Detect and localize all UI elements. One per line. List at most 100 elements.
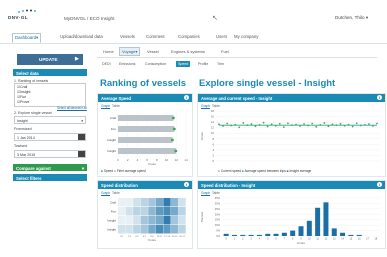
tick-label: 2-3 — [128, 236, 132, 238]
tab-table[interactable]: Table — [112, 104, 120, 108]
tick-label: 3 — [250, 238, 252, 241]
tab-trim[interactable]: Trim — [215, 61, 226, 67]
from-date-field[interactable]: 1 Jan 2014 — [14, 133, 86, 141]
checkbox-crail[interactable]: ☑Crail — [17, 85, 27, 89]
tick-label: 18 — [211, 109, 215, 113]
checkbox-label: Crail — [20, 85, 28, 89]
checkbox-fun[interactable]: ☑Fun — [17, 95, 26, 99]
dnvgl-logo[interactable]: DNV·GL — [5, 9, 51, 25]
tick-label: 14-15 — [172, 236, 178, 238]
data-point — [258, 123, 261, 126]
select-all-link[interactable]: Select all/deselect all — [57, 106, 87, 110]
tab-emissions[interactable]: Emissions — [117, 61, 137, 67]
bar — [290, 230, 296, 236]
heatmap-cell — [163, 207, 171, 216]
date-value: 3 Mar 2015 — [17, 152, 36, 157]
row-label: Crail — [110, 201, 117, 205]
tab-table[interactable]: Table — [112, 191, 120, 195]
calendar-icon[interactable] — [78, 151, 85, 157]
subnav-vessel[interactable]: Vessel — [145, 48, 161, 55]
bar — [331, 228, 337, 236]
tick-label: 14 — [341, 238, 344, 241]
tab-table[interactable]: Table — [212, 104, 220, 108]
tick-label: 10% — [215, 223, 221, 227]
tick-label: 25% — [215, 207, 221, 211]
tab-consumption[interactable]: Consumption — [143, 61, 168, 67]
data-point — [238, 126, 241, 129]
select-data-header[interactable]: Select data — [13, 69, 87, 76]
checkbox-insight[interactable]: ☑Insight — [17, 90, 30, 94]
checkbox-prove[interactable]: ☑Prove — [17, 100, 29, 104]
data-point — [299, 125, 301, 127]
data-point — [323, 122, 326, 124]
tick-label: 14 — [184, 158, 188, 162]
tick-label: 0 — [117, 158, 119, 162]
nav-companies[interactable]: Companies — [176, 33, 202, 40]
tab-dedi[interactable]: DEDI — [100, 61, 113, 67]
row-label: Fun — [111, 210, 117, 214]
tick-label: 16 — [358, 238, 361, 241]
info-icon[interactable]: i — [377, 182, 382, 187]
info-icon[interactable]: i — [184, 95, 189, 100]
info-icon[interactable]: i — [377, 95, 382, 100]
data-point — [315, 125, 318, 128]
data-point — [230, 124, 233, 127]
subnav-fuel[interactable]: Fuel — [219, 48, 231, 55]
tab-profile[interactable]: Profile — [196, 61, 210, 67]
data-point — [270, 123, 273, 126]
to-date-field[interactable]: 3 Mar 2015 — [14, 150, 86, 158]
nav-vessels[interactable]: Vessels — [118, 33, 137, 40]
update-label: UPDATE — [39, 57, 58, 62]
avg-speed-header: Average Speed i — [98, 94, 192, 102]
tick-label: 5% — [216, 229, 220, 233]
heatmap-cell — [155, 225, 164, 234]
heatmap-cell — [140, 216, 148, 225]
user-menu[interactable]: Dutchen, Thilo ▾ — [335, 15, 368, 21]
category-label: Fun — [111, 127, 117, 131]
nav-comment[interactable]: Comment — [144, 33, 167, 40]
tab-table[interactable]: Table — [212, 191, 220, 195]
nav-users[interactable]: Users — [214, 33, 229, 40]
explore-title: Explore single vessel - Insight — [199, 78, 336, 89]
subnav-home[interactable]: Home — [101, 48, 116, 55]
breadcrumb[interactable]: MyDNVGL / ECO Insight — [64, 16, 114, 21]
heatmap-cell — [125, 216, 133, 225]
heatmap-cell — [148, 207, 156, 216]
speed-dist-chart: CrailFunInsightInsight0-1 2-3 4-5 6-7 8-9 10-… — [107, 198, 186, 242]
speed-dist-header: Speed distribution i — [98, 181, 192, 189]
tick-label: 6-7 — [143, 236, 147, 238]
heatmap-cell — [163, 225, 171, 234]
nav-my-company[interactable]: My company — [232, 33, 260, 40]
bar — [118, 148, 176, 154]
axis-label: Percent — [200, 212, 204, 223]
tick-label: 2 — [127, 158, 129, 162]
update-button[interactable]: UPDATE ▶ — [17, 54, 83, 65]
tick-label: 4 — [259, 238, 261, 241]
nav-dashboard[interactable]: Dashboard▾ — [12, 33, 42, 43]
subnav-voyage[interactable]: Voyage▾ — [119, 47, 141, 56]
tab-speed[interactable]: Speed — [176, 61, 191, 67]
avg-speed-legend: ■ Speed ● Fleet average speed — [101, 169, 146, 173]
row-label: Insight — [107, 228, 116, 232]
bar — [240, 234, 246, 236]
heatmap-cell — [118, 225, 126, 234]
filters-label: Select filters — [16, 175, 42, 181]
explore-label: 2. Explore single vessel — [14, 111, 52, 115]
subnav-engines[interactable]: Engines & systems — [169, 48, 207, 55]
tick-label: 0% — [216, 234, 220, 238]
bar — [231, 234, 237, 236]
info-icon[interactable]: i — [184, 182, 189, 187]
heatmap-cell — [148, 216, 156, 225]
data-point — [343, 124, 346, 127]
tick-label: 10 — [165, 158, 169, 162]
calendar-icon[interactable] — [78, 134, 85, 140]
heatmap-cell — [133, 225, 141, 234]
legend-swatch: ■ — [101, 169, 103, 173]
nav-upload[interactable]: Upload/download data — [58, 33, 105, 40]
tick-label: 0-1 — [120, 236, 124, 238]
select-filters-header[interactable]: Select filters — [13, 174, 87, 181]
compare-against-header[interactable]: Compare against ▾ — [13, 164, 87, 171]
heatmap-cell — [148, 225, 156, 234]
explore-vessel-select[interactable]: Insight ▾ — [14, 116, 86, 124]
avg-current-chart: 0 24 68 1012 1416 18 Knots — [200, 109, 380, 163]
